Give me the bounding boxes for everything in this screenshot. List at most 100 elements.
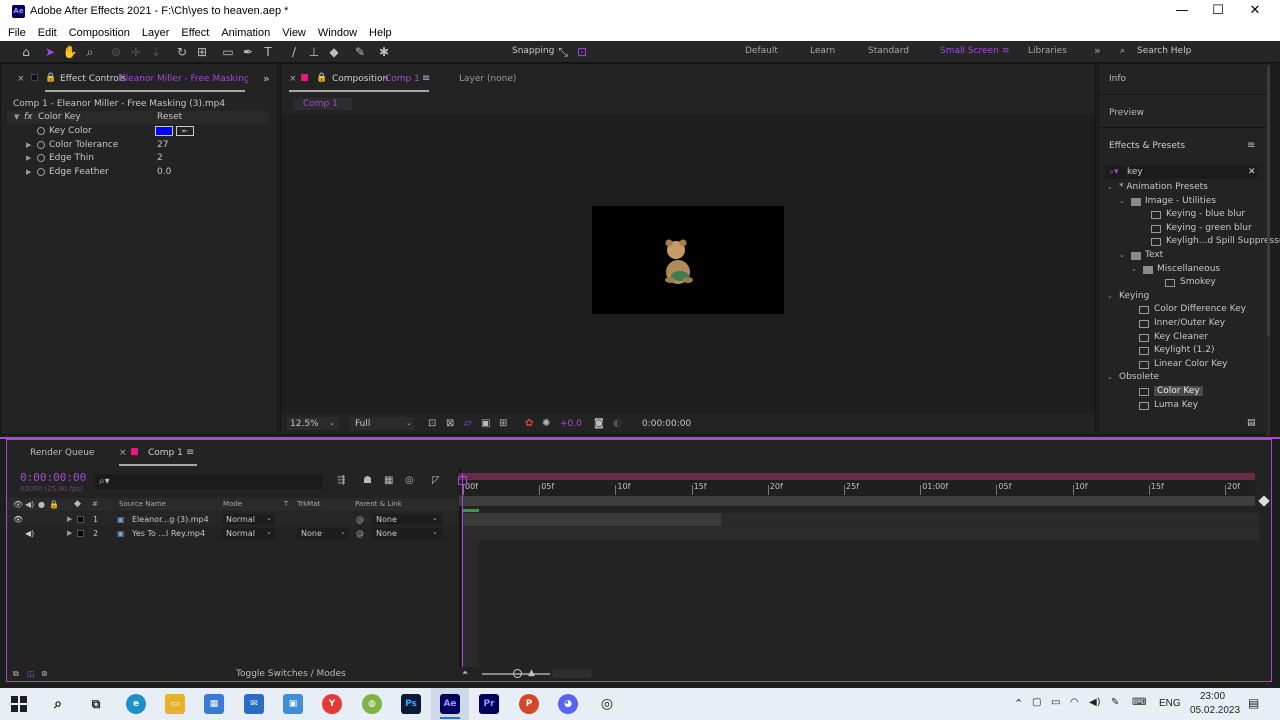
snap-options-icon[interactable]: ⤡ — [555, 44, 571, 60]
composition-tab-name[interactable]: Comp 1 — [385, 74, 420, 84]
tray-device-icon[interactable]: ▢ — [1032, 697, 1041, 708]
current-time-indicator[interactable] — [462, 473, 463, 668]
menu-file[interactable]: File — [0, 24, 30, 41]
effects-tree-row[interactable]: Inner/Outer Key — [1099, 318, 1265, 331]
draft-3d-icon[interactable]: ☗ — [363, 475, 372, 486]
close-tab-icon[interactable]: × — [17, 74, 25, 84]
edge-thin-stopwatch-icon[interactable] — [37, 153, 45, 163]
layer-1-video-eye-icon[interactable]: 👁 — [13, 515, 23, 524]
chevron-down-icon[interactable]: ⌄ — [1107, 373, 1113, 381]
info-panel-header[interactable]: Info — [1109, 74, 1126, 84]
computer-icon[interactable]: ▣ — [283, 694, 303, 714]
effects-tree-row[interactable]: Keying - green blur — [1099, 223, 1265, 236]
effects-tree-row[interactable]: Key Cleaner — [1099, 332, 1265, 345]
search-help-icon[interactable]: ⌕ — [1120, 46, 1125, 56]
key-color-stopwatch-icon[interactable] — [37, 126, 45, 136]
layer-switches-icon[interactable]: ⧉ — [13, 669, 19, 679]
effect-name[interactable]: Color Key — [38, 112, 81, 122]
layer-1-pickwhip-icon[interactable]: @ — [356, 515, 364, 524]
label-tag-icon[interactable]: ◆ — [74, 499, 81, 509]
comp-frame[interactable] — [592, 206, 784, 314]
new-folder-icon[interactable]: ▤ — [1247, 418, 1256, 428]
tolerance-stopwatch-icon[interactable] — [37, 140, 45, 150]
zoom-slider-thumb[interactable] — [513, 669, 522, 678]
language-indicator[interactable]: ENG — [1159, 698, 1181, 709]
grid-guides-icon[interactable]: ⊞ — [499, 418, 507, 429]
discord-icon[interactable]: ◕ — [558, 694, 578, 714]
timeline-comp-tab[interactable]: Comp 1 — [148, 448, 183, 458]
dolly-tool-icon[interactable]: ⇣ — [148, 44, 164, 60]
clock-time[interactable]: 23:00 — [1200, 691, 1225, 702]
effects-tree-row[interactable]: Smokey — [1099, 277, 1265, 290]
home-icon[interactable]: ⌂ — [18, 44, 34, 60]
prop-edge-thin-value[interactable]: 2 — [157, 153, 163, 163]
volume-icon[interactable]: ◀) — [1089, 697, 1101, 708]
mail-icon[interactable]: ✉ — [244, 694, 264, 714]
rectangle-tool-icon[interactable]: ▭ — [220, 44, 236, 60]
graph-editor-icon[interactable]: ◸ — [432, 475, 440, 486]
effects-tree-row[interactable]: ⌄ Obsolete — [1099, 372, 1265, 385]
effect-reset-link[interactable]: Reset — [157, 112, 182, 122]
file-explorer-icon[interactable]: ▭ — [165, 694, 185, 714]
effects-tree-row[interactable]: ⌄ Keying — [1099, 291, 1265, 304]
comp-flowchart-icon[interactable]: ⇶ — [337, 475, 345, 486]
layer-1-expand-icon[interactable]: ▶ — [67, 515, 72, 523]
exposure-value[interactable]: +0.0 — [560, 419, 582, 429]
effect-controls-layer-tab[interactable]: Eleanor Miller - Free Masking ( — [120, 74, 248, 84]
after-effects-icon[interactable]: Ae — [440, 694, 460, 714]
search-taskbar-icon[interactable]: ⌕ — [48, 694, 68, 714]
selection-tool-icon[interactable]: ➤ — [42, 44, 58, 60]
search-help-field[interactable]: Search Help — [1137, 46, 1191, 56]
clone-stamp-tool-icon[interactable]: ⊥ — [306, 44, 322, 60]
scrollbar-thumb[interactable] — [1267, 66, 1270, 336]
horizontal-scroll-thumb[interactable] — [552, 669, 592, 678]
photoshop-icon[interactable]: Ps — [401, 694, 421, 714]
layer-2-expand-icon[interactable]: ▶ — [67, 529, 72, 537]
layer-2-duration-bar[interactable] — [463, 527, 1259, 540]
menu-animation[interactable]: Animation — [213, 24, 274, 41]
layer-search-input[interactable] — [95, 474, 323, 489]
effects-tree-row[interactable]: ⌄ * Animation Presets — [1099, 182, 1265, 195]
store-icon[interactable]: ▦ — [204, 694, 224, 714]
effects-presets-header[interactable]: Effects & Presets — [1109, 141, 1185, 151]
effects-tree-row[interactable]: ⌄ Miscellaneous — [1099, 264, 1265, 277]
collapse-effect-icon[interactable]: ▼ — [14, 112, 19, 122]
pan-behind-tool-icon[interactable]: ⊞ — [194, 44, 210, 60]
timeline-timecode[interactable]: 0:00:00:00 — [20, 471, 86, 484]
chevron-down-icon[interactable]: ⌄ — [1119, 197, 1125, 205]
effects-tree-row[interactable]: Color Key — [1099, 386, 1265, 399]
network-icon[interactable]: ◠ — [1070, 697, 1079, 708]
brush-tool-icon[interactable]: ∕ — [286, 44, 302, 60]
pen-tool-icon[interactable]: ✒ — [240, 44, 256, 60]
rotate-tool-icon[interactable]: ↻ — [174, 44, 190, 60]
expand-edge-thin-icon[interactable]: ▶ — [26, 153, 31, 163]
snapshot-camera-icon[interactable]: ◙ — [594, 418, 604, 429]
workspace-overflow-button[interactable]: » — [1094, 44, 1101, 57]
eraser-tool-icon[interactable]: ◆ — [326, 44, 342, 60]
effect-controls-tab[interactable]: Effect Controls — [60, 74, 126, 84]
menu-view[interactable]: View — [274, 24, 310, 41]
expand-edge-feather-icon[interactable]: ▶ — [26, 167, 31, 177]
key-color-swatch[interactable] — [155, 126, 173, 136]
roto-brush-tool-icon[interactable]: ✎ — [352, 44, 368, 60]
effects-presets-menu-icon[interactable]: ≡ — [1247, 140, 1255, 151]
shy-layers-icon[interactable]: ▦ — [384, 475, 393, 486]
type-tool-icon[interactable]: T — [260, 44, 276, 60]
maximize-button[interactable]: ☐ — [1200, 0, 1236, 24]
menu-effect[interactable]: Effect — [173, 24, 213, 41]
audio-toggle-icon[interactable]: ◀) — [25, 500, 34, 509]
effects-tree-row[interactable]: Keying - blue blur — [1099, 209, 1265, 222]
zoom-handle-icon[interactable] — [1258, 495, 1270, 507]
clock-date[interactable]: 05.02.2023 — [1190, 705, 1240, 716]
workspace-default[interactable]: Default — [745, 46, 778, 56]
timeline-menu-icon[interactable]: ≡ — [186, 447, 194, 458]
start-button[interactable] — [11, 696, 27, 712]
workspace-learn[interactable]: Learn — [810, 46, 835, 56]
chevron-down-icon[interactable]: ⌄ — [1107, 292, 1113, 300]
render-queue-tab[interactable]: Render Queue — [30, 448, 94, 458]
zoom-out-icon[interactable]: ⏶ — [462, 668, 468, 678]
close-button[interactable]: ✕ — [1237, 0, 1273, 24]
effects-tree-row[interactable]: ⌄ Image - Utilities — [1099, 196, 1265, 209]
prop-edge-feather-value[interactable]: 0.0 — [157, 167, 171, 177]
layer-2-pickwhip-icon[interactable]: @ — [356, 529, 364, 538]
